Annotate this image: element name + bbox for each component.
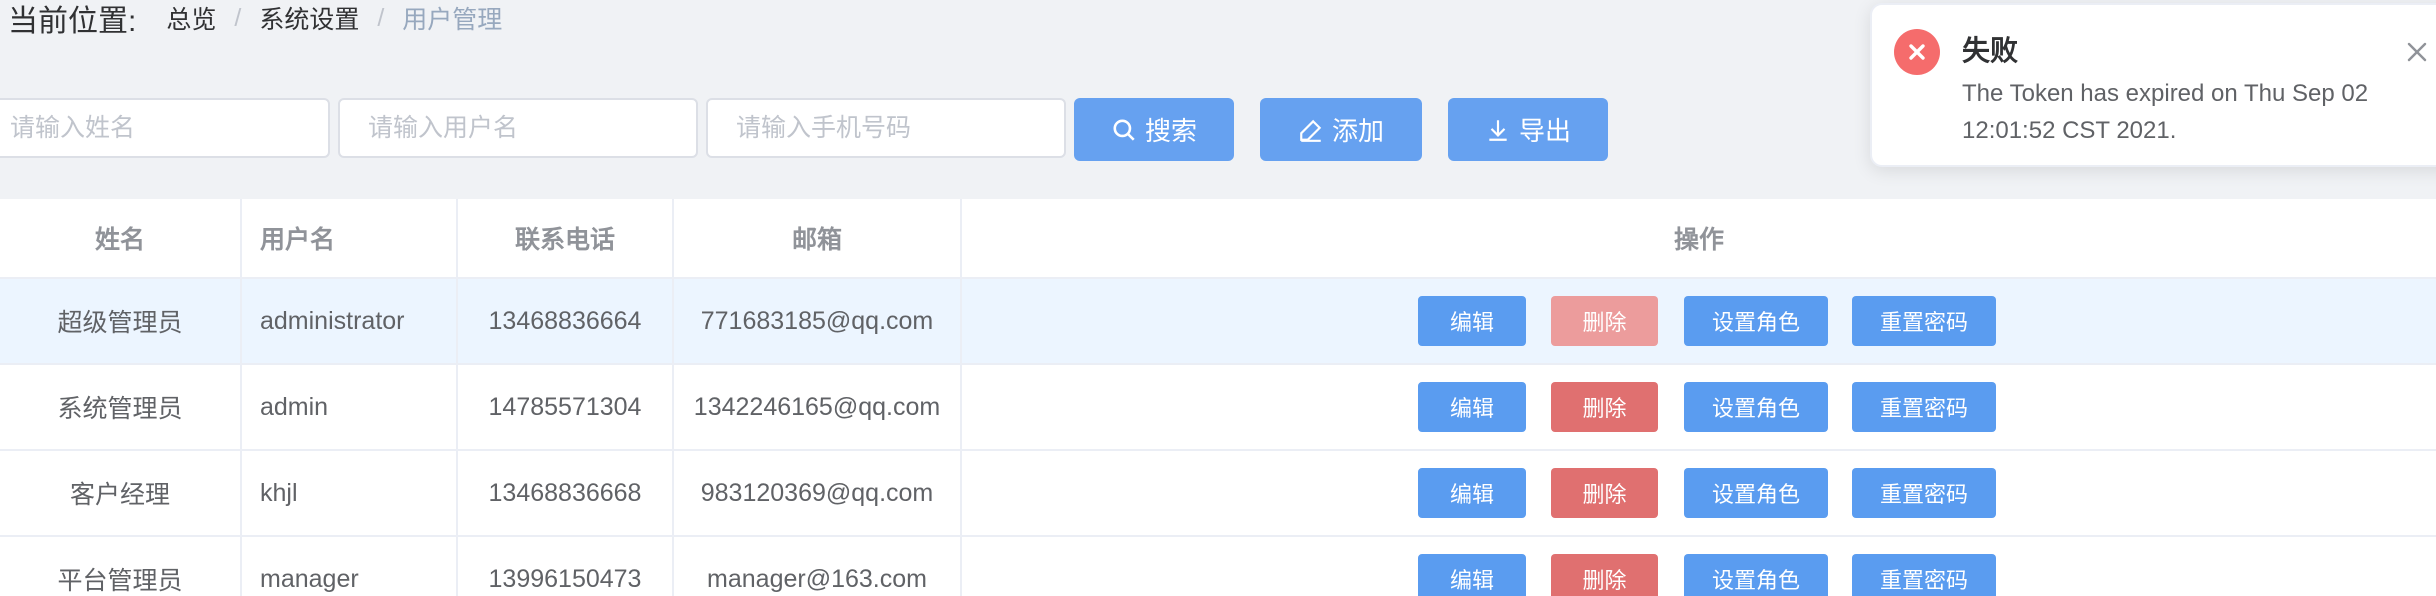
edit-button[interactable]: 编辑 xyxy=(1418,296,1526,346)
breadcrumb-item-overview[interactable]: 总览 xyxy=(166,0,216,36)
set-role-button[interactable]: 设置角色 xyxy=(1684,554,1828,596)
edit-icon xyxy=(1300,119,1322,142)
close-circle-icon xyxy=(1894,29,1940,75)
cell-name: 客户经理 xyxy=(0,451,242,535)
breadcrumb-item-system-settings[interactable]: 系统设置 xyxy=(259,0,359,36)
delete-button[interactable]: 删除 xyxy=(1551,554,1658,596)
edit-button[interactable]: 编辑 xyxy=(1418,554,1526,596)
search-button-label: 搜索 xyxy=(1144,116,1197,146)
delete-button: 删除 xyxy=(1551,296,1658,346)
username-search-input[interactable] xyxy=(338,98,698,158)
cell-phone: 13468836664 xyxy=(458,279,674,363)
cell-name: 平台管理员 xyxy=(0,537,242,596)
search-icon xyxy=(1113,118,1135,141)
export-button-label: 导出 xyxy=(1518,116,1571,146)
table-row[interactable]: 超级管理员 administrator 13468836664 77168318… xyxy=(0,279,2436,365)
cell-phone: 13468836668 xyxy=(458,451,674,535)
column-header-phone: 联系电话 xyxy=(458,199,674,277)
cell-email: 1342246165@qq.com xyxy=(674,365,962,449)
add-button-label: 添加 xyxy=(1331,116,1384,146)
cell-email: 983120369@qq.com xyxy=(674,451,962,535)
edit-button[interactable]: 编辑 xyxy=(1418,468,1526,518)
delete-button[interactable]: 删除 xyxy=(1551,468,1658,518)
table-row[interactable]: 客户经理 khjl 13468836668 983120369@qq.com 编… xyxy=(0,451,2436,537)
search-button[interactable]: 搜索 xyxy=(1074,98,1234,161)
cell-email: manager@163.com xyxy=(674,537,962,596)
reset-password-button[interactable]: 重置密码 xyxy=(1852,382,1996,432)
breadcrumb: 当前位置: 总览 / 系统设置 / 用户管理 xyxy=(8,0,503,39)
reset-password-button[interactable]: 重置密码 xyxy=(1852,468,1996,518)
table-row[interactable]: 平台管理员 manager 13996150473 manager@163.co… xyxy=(0,537,2436,596)
column-header-username: 用户名 xyxy=(242,199,458,277)
breadcrumb-separator: / xyxy=(377,3,385,32)
column-header-email: 邮箱 xyxy=(674,199,962,277)
cell-name: 超级管理员 xyxy=(0,279,242,363)
cell-username: admin xyxy=(242,365,458,449)
cell-username: khjl xyxy=(242,451,458,535)
name-search-input[interactable] xyxy=(0,98,330,158)
set-role-button[interactable]: 设置角色 xyxy=(1684,296,1828,346)
cell-phone: 13996150473 xyxy=(458,537,674,596)
delete-button[interactable]: 删除 xyxy=(1551,382,1658,432)
error-notification: 失败 The Token has expired on Thu Sep 02 1… xyxy=(1870,3,2436,167)
table-header: 姓名 用户名 联系电话 邮箱 操作 xyxy=(0,199,2436,279)
cell-name: 系统管理员 xyxy=(0,365,242,449)
set-role-button[interactable]: 设置角色 xyxy=(1684,382,1828,432)
add-button[interactable]: 添加 xyxy=(1260,98,1422,161)
user-table: 姓名 用户名 联系电话 邮箱 操作 超级管理员 administrator 13… xyxy=(0,199,2436,596)
table-row[interactable]: 系统管理员 admin 14785571304 1342246165@qq.co… xyxy=(0,365,2436,451)
cell-username: manager xyxy=(242,537,458,596)
breadcrumb-item-user-management: 用户管理 xyxy=(402,6,503,34)
column-header-name: 姓名 xyxy=(0,199,242,277)
set-role-button[interactable]: 设置角色 xyxy=(1684,468,1828,518)
edit-button[interactable]: 编辑 xyxy=(1418,382,1526,432)
notification-message: The Token has expired on Thu Sep 02 12:0… xyxy=(1962,80,2369,144)
cell-username: administrator xyxy=(242,279,458,363)
phone-search-input[interactable] xyxy=(706,98,1066,158)
export-button[interactable]: 导出 xyxy=(1448,98,1608,161)
close-icon[interactable] xyxy=(2406,41,2428,63)
notification-title: 失败 xyxy=(1962,35,2019,66)
reset-password-button[interactable]: 重置密码 xyxy=(1852,296,1996,346)
download-icon xyxy=(1489,119,1507,141)
column-header-actions: 操作 xyxy=(1673,226,1724,254)
breadcrumb-label: 当前位置: xyxy=(8,5,137,38)
reset-password-button[interactable]: 重置密码 xyxy=(1852,554,1996,596)
cell-email: 771683185@qq.com xyxy=(674,279,962,363)
cell-phone: 14785571304 xyxy=(458,365,674,449)
breadcrumb-separator: / xyxy=(234,3,242,32)
